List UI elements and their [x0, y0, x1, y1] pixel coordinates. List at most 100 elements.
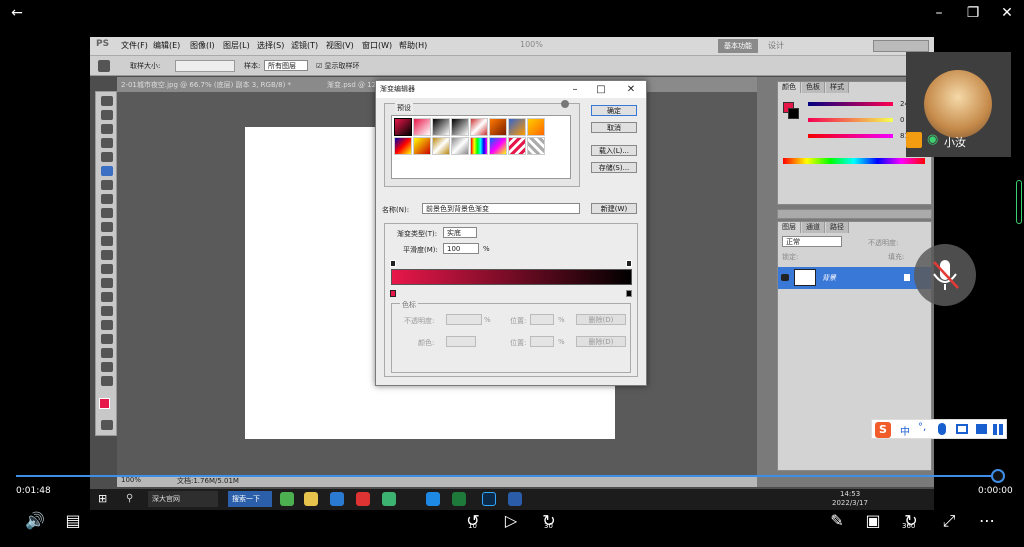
- rewind-button[interactable]: ↺ 10: [462, 510, 484, 532]
- app-icon-6[interactable]: [426, 492, 440, 506]
- skin-icon[interactable]: [976, 424, 987, 434]
- stop-color-location-input[interactable]: [530, 336, 554, 347]
- video-frame[interactable]: PS 文件(F) 编辑(E) 图像(I) 图层(L) 选择(S) 滤镜(T) 视…: [90, 37, 934, 510]
- app-icon-1[interactable]: [280, 492, 294, 506]
- sample-select[interactable]: 所有图层: [264, 60, 308, 71]
- g-slider[interactable]: [808, 118, 893, 122]
- presets-menu-icon[interactable]: [561, 100, 569, 108]
- eyedropper-tool-icon[interactable]: [101, 166, 113, 176]
- color-stop-right[interactable]: [626, 290, 632, 297]
- dialog-maximize-icon[interactable]: □: [591, 81, 611, 98]
- lasso-tool-icon[interactable]: [101, 124, 113, 134]
- design-workspace[interactable]: 设计: [768, 40, 784, 51]
- volume-icon[interactable]: 🔊: [24, 510, 46, 532]
- stop-opacity-input[interactable]: [446, 314, 482, 325]
- dodge-tool-icon[interactable]: [101, 278, 113, 288]
- new-button[interactable]: 新建(W): [591, 203, 637, 214]
- browser-taskbar-item[interactable]: 深大官网: [148, 491, 218, 507]
- panorama-button[interactable]: ↻ 360: [900, 510, 922, 532]
- progress-thumb[interactable]: [991, 469, 1005, 483]
- cancel-button[interactable]: 取消: [591, 122, 637, 133]
- name-input[interactable]: 前景色到背景色渐变: [422, 203, 580, 214]
- picture-in-picture-icon[interactable]: ▣: [862, 510, 884, 532]
- layer-row-background[interactable]: 背景: [778, 267, 931, 289]
- gradient-preset-swatch[interactable]: [394, 118, 412, 136]
- smoothness-input[interactable]: 100: [443, 243, 479, 254]
- pen-icon[interactable]: ✎: [826, 510, 848, 532]
- photoshop-icon[interactable]: [482, 492, 496, 506]
- punctuation-icon[interactable]: °,: [918, 422, 926, 433]
- tab-layers[interactable]: 图层: [778, 222, 801, 233]
- excel-icon[interactable]: [452, 492, 466, 506]
- blur-tool-icon[interactable]: [101, 264, 113, 274]
- gradient-preset-swatch[interactable]: [508, 118, 526, 136]
- gradient-preset-swatch[interactable]: [432, 137, 450, 155]
- menu-file[interactable]: 文件(F): [121, 40, 148, 51]
- brush-tool-icon[interactable]: [101, 194, 113, 204]
- opacity-stop-left[interactable]: [390, 260, 396, 267]
- gradient-preset-swatch[interactable]: [413, 118, 431, 136]
- more-icon[interactable]: ⋯: [976, 510, 998, 532]
- g-value[interactable]: 0: [900, 116, 904, 124]
- blend-mode-select[interactable]: 正常: [782, 236, 842, 247]
- menu-select[interactable]: 选择(S): [257, 40, 284, 51]
- restore-icon[interactable]: ❐: [962, 4, 984, 22]
- gradient-preset-swatch[interactable]: [432, 118, 450, 136]
- tab-paths[interactable]: 路径: [826, 222, 849, 233]
- subtitles-icon[interactable]: ▤: [62, 510, 84, 532]
- gradient-preset-swatch[interactable]: [527, 118, 545, 136]
- windows-start-icon[interactable]: ⊞: [98, 493, 110, 505]
- doc-tab-2[interactable]: 渐变.psd @ 12: [327, 80, 376, 90]
- gradient-preset-swatch[interactable]: [470, 118, 488, 136]
- color-ramp[interactable]: [783, 158, 925, 164]
- load-button[interactable]: 载入(L)...: [591, 145, 637, 156]
- gradient-preset-swatch[interactable]: [470, 137, 488, 155]
- menu-edit[interactable]: 编辑(E): [153, 40, 180, 51]
- gradient-preset-swatch[interactable]: [489, 137, 507, 155]
- ok-button[interactable]: 确定: [591, 105, 637, 116]
- menu-help[interactable]: 帮助(H): [399, 40, 427, 51]
- wechat-icon[interactable]: [382, 492, 396, 506]
- tab-channels[interactable]: 通道: [802, 222, 825, 233]
- quick-mask-icon[interactable]: [101, 420, 113, 430]
- menu-image[interactable]: 图像(I): [190, 40, 215, 51]
- move-tool-icon[interactable]: [101, 96, 113, 106]
- keyboard-icon[interactable]: [956, 424, 968, 434]
- r-slider[interactable]: [808, 102, 893, 106]
- eyedropper-icon[interactable]: [98, 60, 110, 72]
- foreground-color-swatch[interactable]: [99, 398, 110, 409]
- dialog-close-icon[interactable]: ✕: [621, 81, 641, 98]
- delete-color-stop-button[interactable]: 删除(D): [576, 336, 626, 347]
- stop-color-swatch[interactable]: [446, 336, 476, 347]
- status-zoom[interactable]: 100%: [121, 476, 141, 484]
- menu-view[interactable]: 视图(V): [326, 40, 354, 51]
- stamp-tool-icon[interactable]: [101, 208, 113, 218]
- shape-tool-icon[interactable]: [101, 334, 113, 344]
- stop-location-input[interactable]: [530, 314, 554, 325]
- layer-name[interactable]: 背景: [822, 273, 836, 283]
- app-icon-4[interactable]: [356, 492, 370, 506]
- gradient-tool-icon[interactable]: [101, 250, 113, 260]
- ime-mode[interactable]: 中: [900, 423, 910, 438]
- taskbar-search-box[interactable]: 搜索一下: [228, 491, 272, 507]
- save-button[interactable]: 存储(S)...: [591, 162, 637, 173]
- gradient-preset-swatch[interactable]: [394, 137, 412, 155]
- forward-button[interactable]: ↻ 30: [538, 510, 560, 532]
- panel-bg-swatch[interactable]: [788, 108, 799, 119]
- b-slider[interactable]: [808, 134, 893, 138]
- gradient-preset-swatch[interactable]: [489, 118, 507, 136]
- back-arrow-icon[interactable]: ←: [6, 4, 28, 22]
- show-ring-checkbox[interactable]: ☑ 显示取样环: [316, 61, 360, 71]
- dialog-minimize-icon[interactable]: –: [565, 81, 585, 98]
- participant-video-tile[interactable]: ◉ 小汝: [906, 52, 1011, 157]
- close-icon[interactable]: ✕: [996, 4, 1018, 22]
- doc-tab-active[interactable]: 2-01城市夜空.jpg @ 66.7% (底层) 副本 3, RGB/8) *: [121, 80, 291, 90]
- menu-filter[interactable]: 滤镜(T): [291, 40, 318, 51]
- gradient-preset-swatch[interactable]: [451, 118, 469, 136]
- menu-layer[interactable]: 图层(L): [223, 40, 250, 51]
- minimize-icon[interactable]: –: [928, 4, 950, 22]
- mute-microphone-button[interactable]: [914, 244, 976, 306]
- taskbar-time[interactable]: 14:53: [840, 490, 860, 498]
- window-controls[interactable]: [873, 40, 929, 52]
- path-select-tool-icon[interactable]: [101, 320, 113, 330]
